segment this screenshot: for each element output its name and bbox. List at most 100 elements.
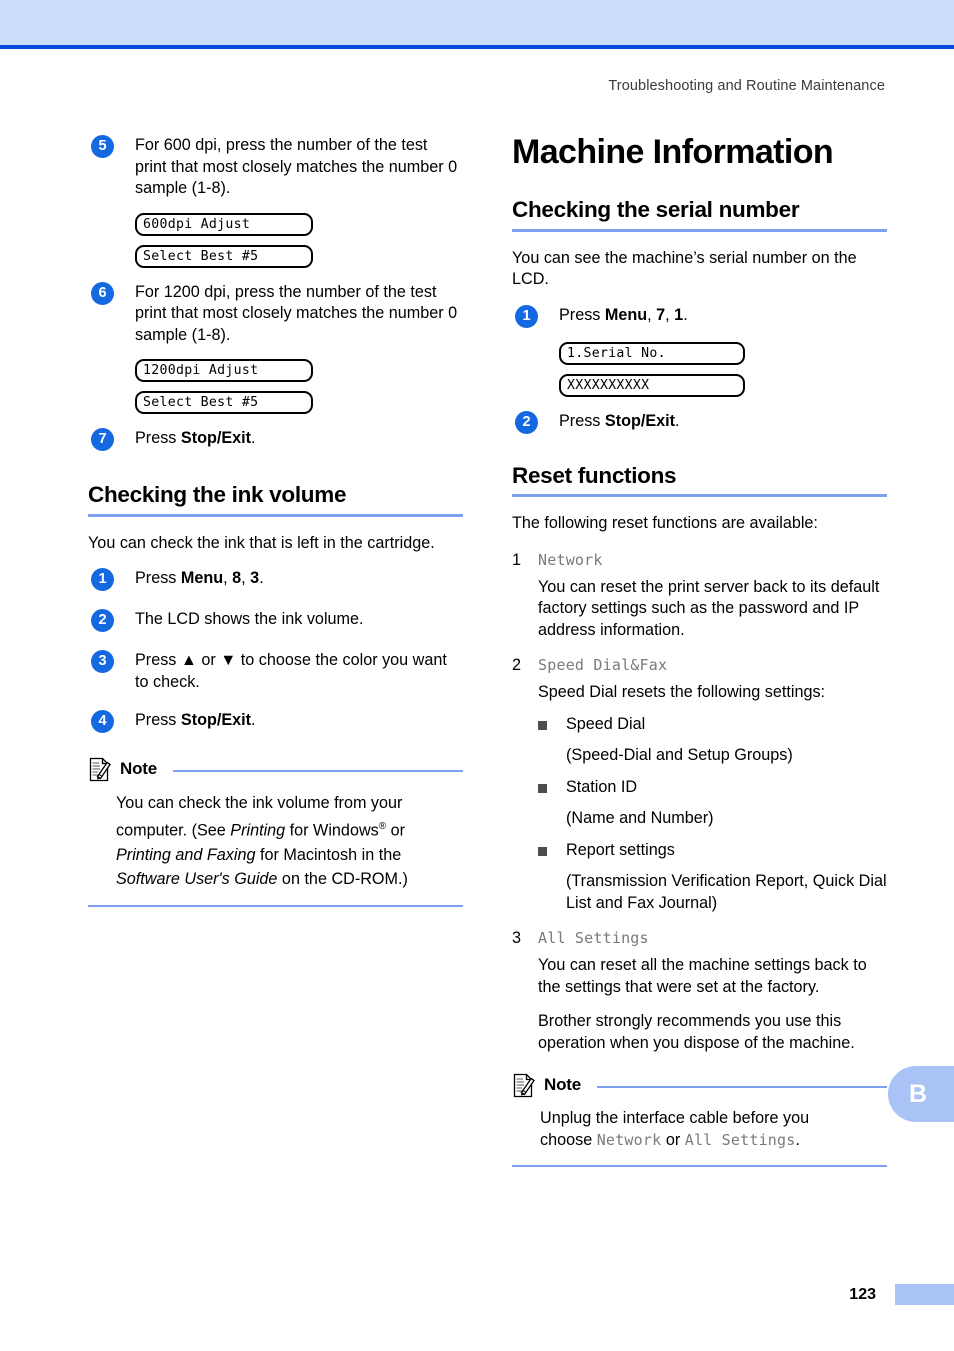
heading-underline	[512, 228, 887, 232]
step-key-digit: 7	[656, 305, 666, 324]
registered-mark: ®	[378, 821, 387, 833]
note-line-1: You can check the ink volume from your	[116, 794, 403, 813]
step-key-menu: Menu	[604, 305, 648, 324]
note-block: Note You can check the ink volume from y…	[88, 756, 463, 907]
step-item: 1 Press Menu, 7, 1.	[512, 304, 887, 329]
reset-function-item: 2 Speed Dial&Fax Speed Dial resets the f…	[512, 654, 887, 914]
note-pencil-icon	[89, 757, 111, 782]
step-item: 1 Press Menu, 8, 3.	[88, 568, 463, 592]
reset-function-item: 1 Network You can reset the print server…	[512, 549, 887, 642]
left-column: 5 For 600 dpi, press the number of the t…	[88, 135, 463, 907]
note-header-rule	[596, 1086, 887, 1089]
reset-function-number: 3	[512, 929, 522, 948]
note-line-2-prefix: choose	[540, 1131, 597, 1150]
top-decorative-band	[0, 0, 954, 45]
step-text: Press Stop/Exit.	[135, 428, 463, 450]
page-title: Machine Information	[512, 133, 834, 171]
step-text-prefix: Press	[559, 305, 605, 324]
step-text: Press Menu, 8, 3.	[135, 568, 463, 590]
note-header: Note	[88, 756, 463, 782]
step-number-badge: 6	[91, 281, 114, 305]
section-heading-reset-functions: Reset functions	[512, 462, 677, 488]
step-sep: ,	[223, 569, 233, 588]
step-key-digit: 8	[232, 569, 242, 588]
reset-function-code: Network	[538, 550, 603, 569]
bullet-item: Speed Dial	[538, 714, 887, 736]
step-item: 7 Press Stop/Exit.	[88, 428, 463, 452]
step-number-badge: 1	[515, 304, 538, 328]
note-line-2-mid: or	[661, 1131, 685, 1150]
reset-function-code: All Settings	[538, 929, 649, 948]
step-number-badge: 5	[91, 135, 114, 158]
step-text-suffix: .	[251, 429, 256, 447]
step-key-stop-exit: Stop/Exit	[180, 711, 252, 730]
bullet-sub-text: (Transmission Verification Report, Quick…	[566, 872, 887, 912]
step-text: Press Stop/Exit.	[559, 411, 887, 433]
section-heading-ink-volume: Checking the ink volume	[88, 482, 347, 507]
note-body: Unplug the interface cable before you ch…	[540, 1107, 887, 1151]
lcd-display: Select Best #5	[135, 244, 313, 268]
step-text-suffix: .	[251, 711, 256, 730]
reset-function-item: 3 All Settings You can reset all the mac…	[512, 927, 887, 1054]
note-code-network: Network	[596, 1131, 662, 1150]
heading-underline	[512, 494, 887, 498]
bullet-item: Report settings	[538, 840, 887, 862]
note-code-all-settings: All Settings	[684, 1131, 796, 1150]
step-text: The LCD shows the ink volume.	[135, 610, 364, 629]
bullet-sub-text: (Name and Number)	[566, 809, 714, 828]
step-key-menu: Menu	[180, 569, 224, 588]
note-block: Note Unplug the interface cable before y…	[512, 1072, 887, 1168]
footer-decorative-bar	[895, 1284, 954, 1305]
note-body: You can check the ink volume from your c…	[116, 791, 463, 890]
step-number-badge: 2	[91, 609, 114, 633]
reset-function-number: 1	[512, 550, 522, 569]
step-number-badge: 4	[91, 710, 114, 734]
step-text-bold: Stop/Exit	[180, 429, 252, 447]
top-rule-line	[0, 45, 954, 49]
note-line-2c: or	[386, 821, 406, 840]
note-footer-rule	[512, 1165, 887, 1168]
step-text-suffix: .	[683, 305, 688, 324]
note-label: Note	[544, 1075, 581, 1095]
step-text-prefix: Press	[135, 711, 181, 730]
note-line-2b: for Windows	[285, 821, 379, 840]
step-text-prefix: Press	[559, 411, 605, 430]
step-item: 4 Press Stop/Exit.	[88, 710, 463, 734]
step-key-digit: 1	[674, 305, 684, 324]
reset-function-number: 2	[512, 656, 522, 675]
note-line-2a: computer. (See	[116, 821, 231, 840]
step-number-badge: 1	[91, 568, 114, 592]
step-text-prefix: Press	[135, 429, 181, 447]
step-sep: ,	[665, 305, 675, 324]
reset-function-head: 1 Network	[512, 549, 887, 571]
document-page: Troubleshooting and Routine Maintenance …	[0, 0, 954, 1351]
note-italic-software-guide: Software User's Guide	[116, 869, 278, 888]
step-text: Press Menu, 7, 1.	[559, 305, 887, 327]
square-bullet-icon	[538, 783, 547, 793]
lcd-display: 1.Serial No.	[559, 341, 745, 365]
section-intro-text: You can see the machine’s serial number …	[512, 248, 857, 289]
bullet-label: Report settings	[566, 840, 675, 859]
step-text-suffix: .	[675, 411, 680, 430]
reset-function-code: Speed Dial&Fax	[538, 656, 668, 675]
section-intro-text: The following reset functions are availa…	[512, 514, 818, 533]
note-line-2-suffix: .	[795, 1131, 801, 1150]
note-header: Note	[512, 1072, 887, 1098]
right-column: Machine Information Checking the serial …	[512, 133, 887, 1168]
chapter-tab-b: B	[888, 1066, 954, 1122]
note-pencil-icon	[513, 1073, 535, 1098]
bullet-sub-text: (Speed-Dial and Setup Groups)	[566, 746, 793, 765]
step-text: For 1200 dpi, press the number of the te…	[135, 282, 458, 344]
reset-function-body: You can reset all the machine settings b…	[538, 956, 867, 996]
step-key-digit: 3	[250, 569, 260, 588]
lcd-display: Select Best #5	[135, 391, 313, 414]
running-header: Troubleshooting and Routine Maintenance	[608, 78, 885, 94]
bullet-label: Station ID	[566, 777, 638, 796]
step-text: Press Stop/Exit.	[135, 710, 463, 732]
reset-function-body: You can reset the print server back to i…	[538, 577, 880, 639]
lcd-display: 1200dpi Adjust	[135, 359, 313, 382]
bullet-label: Speed Dial	[566, 714, 646, 733]
step-text-prefix: Press	[135, 569, 181, 588]
section-intro-text: You can check the ink that is left in th…	[88, 533, 435, 552]
reset-function-body: Speed Dial resets the following settings…	[538, 683, 826, 702]
